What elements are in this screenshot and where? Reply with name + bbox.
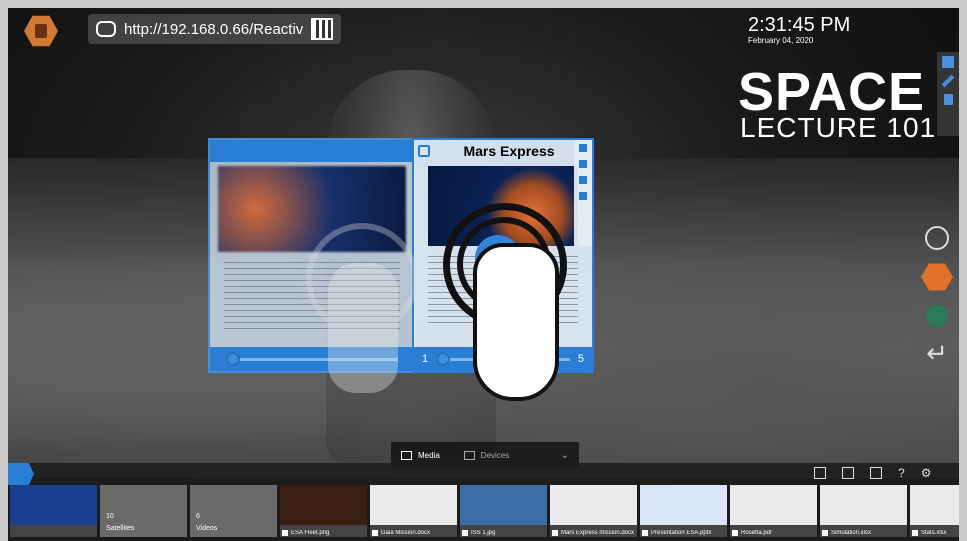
page-start-label: 1 xyxy=(422,353,429,365)
tab-devices[interactable]: Devices xyxy=(463,450,510,460)
tab-devices-label: Devices xyxy=(480,450,510,460)
file-name: Presentation ESA.pptx xyxy=(651,530,712,536)
tray-file[interactable]: ISS 1.jpg xyxy=(460,485,547,537)
tray-file[interactable]: ESA Fleet.png xyxy=(280,485,367,537)
fullscreen-icon[interactable] xyxy=(579,192,587,200)
tray-file[interactable]: Stats.xlsx xyxy=(910,485,959,537)
tab-media-label: Media xyxy=(418,450,440,460)
trash-icon[interactable] xyxy=(943,94,953,105)
annotation-toolbar xyxy=(937,52,959,136)
card-header[interactable]: Mars Express xyxy=(414,140,592,162)
file-caption: Stats.xlsx xyxy=(912,530,959,536)
tray-file[interactable]: Mars Express mission.docx xyxy=(550,485,637,537)
app-logo[interactable] xyxy=(24,15,58,47)
file-thumbnail xyxy=(10,485,97,525)
clock: 2:31:45 PM February 04, 2020 xyxy=(748,14,850,45)
file-thumbnail xyxy=(730,485,817,525)
file-type-icon xyxy=(822,530,828,536)
screen: http://192.168.0.66/Reactiv 2:31:45 PM F… xyxy=(8,8,959,541)
file-name: ISS 1.jpg xyxy=(471,530,496,536)
grid-icon[interactable] xyxy=(814,467,826,479)
file-thumbnail xyxy=(820,485,907,525)
file-caption: Simulation.xlsx xyxy=(822,530,905,536)
file-thumbnail xyxy=(550,485,637,525)
file-type-icon xyxy=(642,530,648,536)
title-space: SPACE xyxy=(738,62,926,122)
tray-actions: ? ⚙ xyxy=(814,466,931,480)
pointer-tool-icon[interactable] xyxy=(942,56,954,68)
file-name: Rosetta.pdf xyxy=(741,530,772,536)
folder-name: Satellites xyxy=(106,525,135,532)
folder-count: 10 xyxy=(106,513,114,520)
file-name: Gaia Mission.docx xyxy=(381,530,431,536)
file-type-icon xyxy=(282,530,288,536)
file-type-icon xyxy=(552,530,558,536)
tray-file[interactable]: Rosetta.pdf xyxy=(730,485,817,537)
file-name: Simulation.xlsx xyxy=(831,530,872,536)
file-name: Mars Express mission.docx xyxy=(561,530,635,536)
file-thumbnail xyxy=(370,485,457,525)
file-caption: Presentation ESA.pptx xyxy=(642,530,725,536)
file-type-icon xyxy=(462,530,468,536)
tab-media[interactable]: Media xyxy=(401,450,440,460)
window-icon[interactable] xyxy=(870,467,882,479)
folder-tab-button[interactable] xyxy=(8,463,34,485)
url-text: http://192.168.0.66/Reactiv xyxy=(124,20,303,38)
app-launcher-green-icon[interactable] xyxy=(925,305,949,327)
keyboard-icon[interactable] xyxy=(96,21,116,37)
url-bar[interactable]: http://192.168.0.66/Reactiv xyxy=(88,14,341,44)
clock-time: 2:31:45 PM xyxy=(748,14,851,36)
file-thumbnail xyxy=(910,485,959,525)
folder-icon xyxy=(401,450,412,460)
tray-file[interactable]: Presentation ESA.pptx xyxy=(640,485,727,537)
pen-tool-icon[interactable] xyxy=(579,160,587,168)
folder-count: 6 xyxy=(196,513,200,520)
pointing-hand-icon xyxy=(473,243,559,401)
pen-tool-icon[interactable] xyxy=(941,74,955,88)
tray-file[interactable] xyxy=(10,485,97,537)
tray-folder[interactable]: 10 Satellites xyxy=(100,485,187,537)
logo-glyph xyxy=(35,24,47,38)
card-title: Mars Express xyxy=(463,143,555,159)
camera-icon[interactable] xyxy=(842,467,854,479)
title-lecture: LECTURE 101 xyxy=(740,112,937,143)
ghost-hand-gesture-icon xyxy=(306,223,418,393)
tray-folder[interactable]: 6 Videos xyxy=(190,485,277,537)
save-icon[interactable] xyxy=(418,145,430,157)
tray-file[interactable]: Gaia Mission.docx xyxy=(370,485,457,537)
chevron-down-icon[interactable]: ⌄ xyxy=(561,450,569,461)
clock-date: February 04, 2020 xyxy=(748,36,814,45)
hand-drag-gesture-icon xyxy=(443,203,583,403)
app-launcher-orange-icon[interactable] xyxy=(921,263,953,291)
file-caption: ESA Fleet.png xyxy=(282,530,365,536)
folder-name: Videos xyxy=(196,525,218,532)
side-launcher: ↵ xyxy=(917,226,957,366)
help-button[interactable]: ? xyxy=(898,466,905,480)
media-tray: 10 Satellites 6 Videos ESA Fleet.png Gaia Mis… xyxy=(8,485,959,541)
page-slider-knob[interactable] xyxy=(226,351,240,366)
file-name: ESA Fleet.png xyxy=(291,530,330,536)
file-type-icon xyxy=(912,530,918,536)
qr-code-icon[interactable] xyxy=(311,18,333,40)
file-caption: ISS 1.jpg xyxy=(462,530,545,536)
card-header[interactable] xyxy=(210,140,414,162)
return-arrow-icon[interactable]: ↵ xyxy=(926,340,948,366)
pointer-tool-icon[interactable] xyxy=(579,144,587,152)
ghost-hand xyxy=(328,263,398,393)
file-thumbnail xyxy=(640,485,727,525)
file-name: Stats.xlsx xyxy=(921,530,947,536)
file-type-icon xyxy=(732,530,738,536)
globe-icon[interactable] xyxy=(925,226,949,250)
file-type-icon xyxy=(372,530,378,536)
file-caption: Rosetta.pdf xyxy=(732,530,815,536)
trash-icon[interactable] xyxy=(579,176,587,184)
file-thumbnail xyxy=(280,485,367,525)
gear-icon[interactable]: ⚙ xyxy=(921,466,932,480)
file-thumbnail xyxy=(460,485,547,525)
file-caption: Mars Express mission.docx xyxy=(552,530,635,536)
file-caption: Gaia Mission.docx xyxy=(372,530,455,536)
tray-file[interactable]: Simulation.xlsx xyxy=(820,485,907,537)
monitor-icon xyxy=(463,450,475,460)
